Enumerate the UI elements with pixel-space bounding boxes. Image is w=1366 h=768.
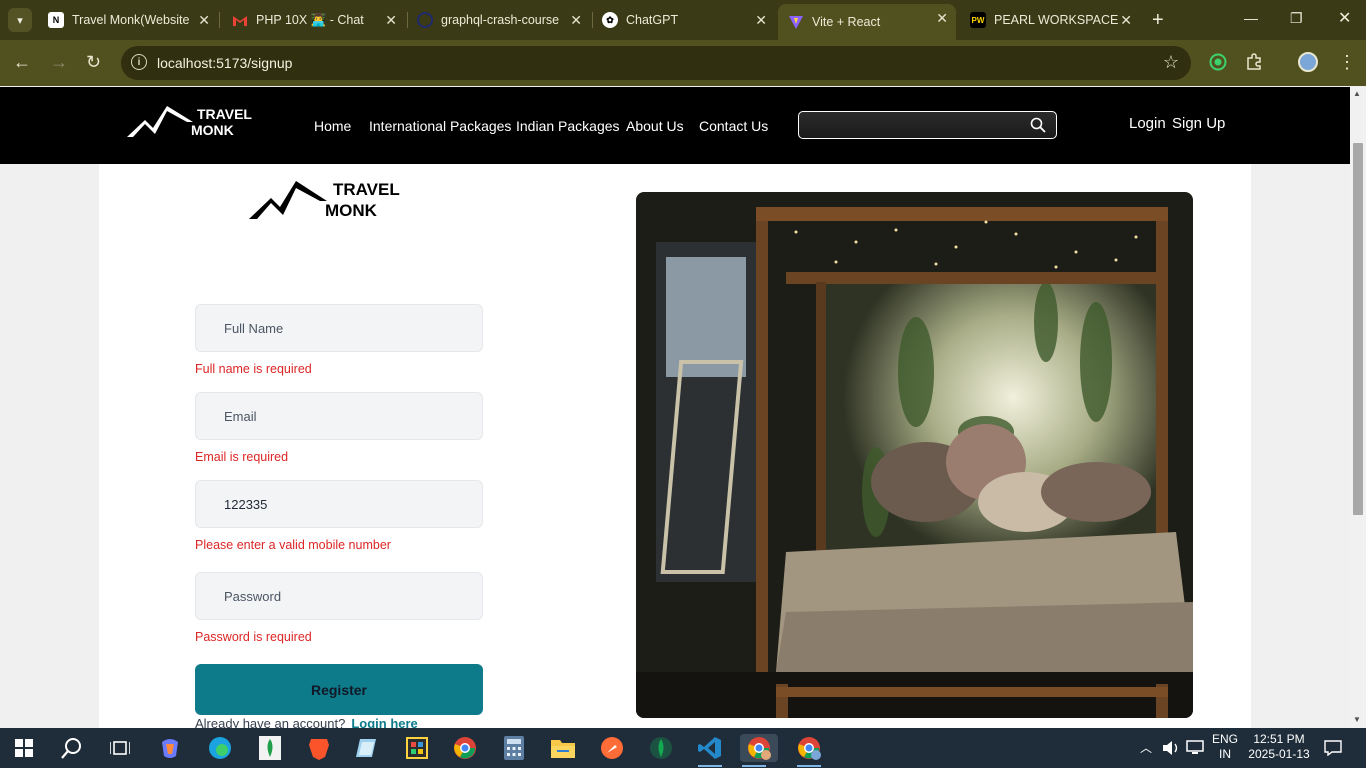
reload-icon[interactable]: ↻ <box>86 52 101 73</box>
close-tab-icon[interactable]: ✕ <box>936 10 948 27</box>
notifications-icon[interactable] <box>1324 740 1342 756</box>
postman-icon[interactable] <box>598 734 626 762</box>
email-field[interactable] <box>195 392 483 440</box>
volume-icon[interactable] <box>1162 740 1180 756</box>
tab-pearl-workspace[interactable]: PW PEARL WORKSPACE | ✕ <box>960 6 1140 34</box>
signup-link[interactable]: Sign Up <box>1172 115 1225 132</box>
clock[interactable]: 12:51 PM 2025-01-13 <box>1248 732 1310 762</box>
restore-icon[interactable]: ❐ <box>1290 10 1303 27</box>
site-header: TRAVEL MONK Home International Packages … <box>0 87 1350 164</box>
tab-php-chat[interactable]: PHP 10X 👨‍💻 - Chat ✕ <box>222 6 405 34</box>
register-button[interactable]: Register <box>195 664 483 715</box>
windows-taskbar: ︿ ENG IN 12:51 PM 2025-01-13 <box>0 728 1366 768</box>
vscode-icon[interactable] <box>696 734 724 767</box>
site-logo[interactable]: TRAVEL MONK <box>127 104 252 140</box>
scroll-down-icon[interactable]: ▼ <box>1353 715 1361 724</box>
pw-icon: PW <box>970 12 986 28</box>
url-text[interactable]: localhost:5173/signup <box>157 55 292 71</box>
tab-search-icon[interactable]: ▾ <box>8 8 32 32</box>
mongodb-compass-icon[interactable] <box>647 734 675 762</box>
full-name-field[interactable] <box>195 304 483 352</box>
scroll-thumb[interactable] <box>1353 143 1363 515</box>
mountain-logo-icon <box>127 106 193 137</box>
tab-chatgpt[interactable]: ✿ ChatGPT ✕ <box>592 6 775 34</box>
file-explorer-icon[interactable] <box>549 734 577 762</box>
address-bar[interactable]: i localhost:5173/signup ☆ <box>121 46 1191 80</box>
notion-icon: N <box>48 12 64 28</box>
tab-graphql[interactable]: graphql-crash-course ✕ <box>407 6 590 34</box>
chrome-profile-2-icon[interactable] <box>795 734 823 767</box>
page-scrollbar[interactable]: ▲ ▼ <box>1350 87 1366 728</box>
copilot-icon[interactable] <box>156 734 184 762</box>
chrome-profile-1-icon[interactable] <box>740 734 778 767</box>
search-icon[interactable] <box>1030 117 1046 133</box>
chatgpt-icon: ✿ <box>602 12 618 28</box>
browser-menu-icon[interactable]: ⋮ <box>1338 52 1356 73</box>
scroll-up-icon[interactable]: ▲ <box>1353 89 1361 98</box>
site-search-input[interactable] <box>798 111 1057 139</box>
language-indicator[interactable]: ENG IN <box>1212 732 1238 762</box>
network-icon[interactable] <box>1186 740 1204 756</box>
close-tab-icon[interactable]: ✕ <box>755 12 767 29</box>
close-tab-icon[interactable]: ✕ <box>1120 12 1132 29</box>
page-viewport: TRAVEL MONK Home International Packages … <box>0 87 1350 728</box>
tray-overflow-icon[interactable]: ︿ <box>1140 739 1152 756</box>
nav-contact-us[interactable]: Contact Us <box>699 118 768 134</box>
site-info-icon[interactable]: i <box>131 54 147 70</box>
photo-editor-icon[interactable] <box>403 734 431 762</box>
nav-home[interactable]: Home <box>314 118 351 134</box>
bookmark-star-icon[interactable]: ☆ <box>1163 52 1179 73</box>
vite-icon <box>788 14 804 30</box>
forward-icon[interactable]: → <box>50 52 68 73</box>
profile-avatar[interactable] <box>1298 52 1318 72</box>
nav-indian-packages[interactable]: Indian Packages <box>516 118 620 134</box>
password-field[interactable] <box>195 572 483 620</box>
back-icon[interactable]: ← <box>13 52 31 73</box>
edge-icon[interactable] <box>206 734 234 762</box>
mongodb-icon[interactable] <box>256 734 284 762</box>
minimize-icon[interactable]: — <box>1244 10 1258 26</box>
form-logo: TRAVEL MONK <box>249 179 400 221</box>
nav-international-packages[interactable]: International Packages <box>369 118 511 134</box>
password-error: Password is required <box>195 630 312 644</box>
mountain-logo-icon <box>249 181 327 219</box>
tab-travel-monk[interactable]: N Travel Monk(Website ✕ <box>38 6 218 34</box>
close-tab-icon[interactable]: ✕ <box>198 12 210 29</box>
close-window-icon[interactable]: ✕ <box>1338 8 1351 28</box>
full-name-error: Full name is required <box>195 362 312 376</box>
mobile-error: Please enter a valid mobile number <box>195 538 391 552</box>
gmail-icon <box>232 12 248 28</box>
windows-start-icon[interactable] <box>10 734 38 762</box>
login-here-link[interactable]: Login here <box>351 716 417 728</box>
chrome-icon[interactable] <box>451 734 479 762</box>
github-icon <box>417 12 433 28</box>
notepad-icon[interactable] <box>353 734 381 762</box>
task-view-icon[interactable] <box>106 734 134 762</box>
already-have-account: Already have an account? Login here <box>195 716 418 728</box>
brave-icon[interactable] <box>305 734 333 762</box>
email-error: Email is required <box>195 450 289 464</box>
calculator-icon[interactable] <box>500 734 528 762</box>
login-link[interactable]: Login <box>1129 115 1166 132</box>
new-tab-icon[interactable]: + <box>1152 9 1164 32</box>
extensions-puzzle-icon[interactable] <box>1245 53 1263 71</box>
mobile-field[interactable] <box>195 480 483 528</box>
extension-green-icon[interactable] <box>1209 53 1227 71</box>
close-tab-icon[interactable]: ✕ <box>385 12 397 29</box>
browser-tab-bar: ▾ N Travel Monk(Website ✕ PHP 10X 👨‍💻 - … <box>0 0 1366 40</box>
browser-toolbar: ← → ↻ i localhost:5173/signup ☆ ⋮ <box>0 40 1366 86</box>
nav-about-us[interactable]: About Us <box>626 118 684 134</box>
bedroom-photo <box>636 192 1193 718</box>
close-tab-icon[interactable]: ✕ <box>570 12 582 29</box>
tab-vite-react[interactable]: Vite + React ✕ <box>778 4 956 40</box>
search-icon[interactable] <box>58 734 86 762</box>
